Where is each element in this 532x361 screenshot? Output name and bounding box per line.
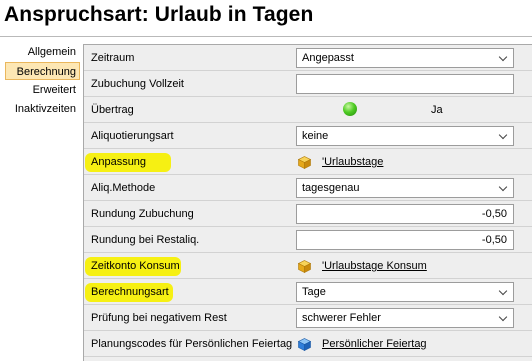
gold-cube-icon bbox=[298, 156, 311, 169]
anpassung-link[interactable]: 'Urlaubstage bbox=[322, 149, 383, 175]
row-aliq-methode: Aliq.Methode tagesgenau bbox=[84, 175, 532, 201]
row-rundung-restaliq: Rundung bei Restaliq. -0,50 bbox=[84, 227, 532, 253]
sidebar-item-berechnung[interactable]: Berechnung bbox=[5, 62, 80, 80]
sidebar-nav: Allgemein Berechnung Erweitert Inaktivze… bbox=[0, 38, 82, 361]
zeitraum-label: Zeitraum bbox=[91, 52, 135, 64]
aliq-methode-select[interactable]: tagesgenau bbox=[296, 178, 514, 198]
zubuchung-vollzeit-input[interactable] bbox=[296, 74, 514, 94]
zeitkonto-konsum-label: Zeitkonto Konsum bbox=[91, 260, 180, 272]
row-pruefung-negativ: Prüfung bei negativem Rest schwerer Fehl… bbox=[84, 305, 532, 331]
row-zeitraum: Zeitraum Angepasst bbox=[84, 45, 532, 71]
rundung-restaliq-input[interactable]: -0,50 bbox=[296, 230, 514, 250]
chevron-down-icon bbox=[498, 130, 508, 140]
aliq-methode-value: tagesgenau bbox=[302, 182, 360, 194]
rundung-zubuchung-input[interactable]: -0,50 bbox=[296, 204, 514, 224]
row-anpassung: Anpassung 'Urlaubstage bbox=[84, 149, 532, 175]
blue-cube-icon bbox=[298, 338, 311, 351]
pruefung-negativ-select[interactable]: schwerer Fehler bbox=[296, 308, 514, 328]
zubuchung-vollzeit-label: Zubuchung Vollzeit bbox=[91, 78, 184, 90]
property-grid: Zeitraum Angepasst Zubuchung Vollzeit Üb… bbox=[83, 44, 532, 361]
chevron-down-icon bbox=[498, 52, 508, 62]
row-aliquotierungsart: Aliquotierungsart keine bbox=[84, 123, 532, 149]
row-planungscodes: Planungscodes für Persönlichen Feiertag … bbox=[84, 331, 532, 357]
planungscodes-link[interactable]: Persönlicher Feiertag bbox=[322, 331, 427, 357]
green-status-dot-icon[interactable] bbox=[343, 102, 357, 116]
aliquotierungsart-label: Aliquotierungsart bbox=[91, 130, 174, 142]
page-title: Anspruchsart: Urlaub in Tagen bbox=[4, 3, 314, 26]
chevron-down-icon bbox=[498, 286, 508, 296]
chevron-down-icon bbox=[498, 182, 508, 192]
berechnungsart-value: Tage bbox=[302, 286, 326, 298]
berechnungsart-label: Berechnungsart bbox=[91, 286, 169, 298]
row-rundung-zubuchung: Rundung Zubuchung -0,50 bbox=[84, 201, 532, 227]
uebertrag-label: Übertrag bbox=[91, 104, 134, 116]
planungscodes-label: Planungscodes für Persönlichen Feiertag bbox=[91, 338, 293, 350]
rundung-restaliq-label: Rundung bei Restaliq. bbox=[91, 234, 200, 246]
zeitraum-select[interactable]: Angepasst bbox=[296, 48, 514, 68]
berechnungsart-select[interactable]: Tage bbox=[296, 282, 514, 302]
uebertrag-value: Ja bbox=[431, 104, 443, 116]
aliquotierungsart-value: keine bbox=[302, 130, 329, 142]
sidebar-item-allgemein[interactable]: Allgemein bbox=[25, 43, 79, 61]
zeitkonto-konsum-link[interactable]: 'Urlaubstage Konsum bbox=[322, 253, 427, 279]
pruefung-negativ-label: Prüfung bei negativem Rest bbox=[91, 312, 227, 324]
pruefung-negativ-value: schwerer Fehler bbox=[302, 312, 381, 324]
row-berechnungsart: Berechnungsart Tage bbox=[84, 279, 532, 305]
sidebar-item-inaktivzeiten[interactable]: Inaktivzeiten bbox=[12, 100, 79, 118]
chevron-down-icon bbox=[498, 312, 508, 322]
row-zubuchung-vollzeit: Zubuchung Vollzeit bbox=[84, 71, 532, 97]
sidebar-item-erweitert[interactable]: Erweitert bbox=[30, 81, 79, 99]
gold-cube-icon bbox=[298, 260, 311, 273]
row-uebertrag: Übertrag Ja bbox=[84, 97, 532, 123]
title-bar: Anspruchsart: Urlaub in Tagen bbox=[0, 0, 532, 37]
rundung-zubuchung-label: Rundung Zubuchung bbox=[91, 208, 194, 220]
anpassung-label: Anpassung bbox=[91, 156, 147, 168]
aliquotierungsart-select[interactable]: keine bbox=[296, 126, 514, 146]
row-zeitkonto-konsum: Zeitkonto Konsum 'Urlaubstage Konsum bbox=[84, 253, 532, 279]
zeitraum-value: Angepasst bbox=[302, 52, 354, 64]
aliq-methode-label: Aliq.Methode bbox=[91, 182, 156, 194]
